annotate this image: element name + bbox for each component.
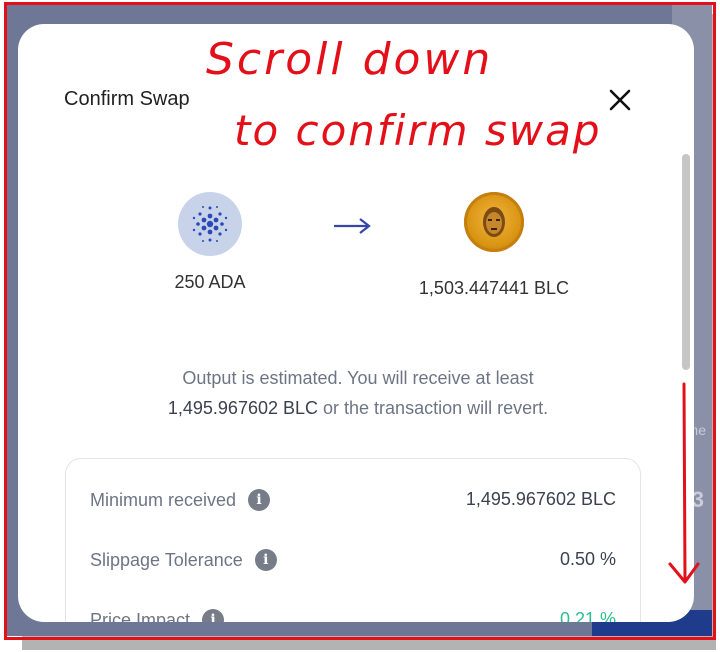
estimate-text-line2: 1,495.967602 BLC or the transaction will… [78,398,638,419]
detail-label-container: Price Impact i [90,609,225,623]
detail-row-minimum-received: Minimum received i 1,495.967602 BLC [90,489,616,519]
detail-label: Slippage Tolerance [90,549,243,570]
from-amount: 250 ADA [174,272,246,292]
blc-token-icon [464,192,524,252]
detail-row-slippage-tolerance: Slippage Tolerance i 0.50 % [90,549,616,579]
modal-title: Confirm Swap [64,88,190,110]
right-arrow-icon [334,218,371,234]
swap-details-card: Minimum received i 1,495.967602 BLC Slip… [65,458,641,622]
detail-label: Price Impact [90,609,191,623]
cardano-token-icon [178,192,242,256]
scrollbar-thumb[interactable] [682,154,690,370]
detail-label: Minimum received [90,489,237,510]
detail-value: 0.50 % [559,549,616,569]
info-icon[interactable]: i [254,549,277,571]
app-screen: ne 3 Confirm Swap 250 ADA 1,503.447441 B… [6,2,712,636]
info-icon[interactable]: i [202,609,225,622]
detail-row-price-impact: Price Impact i 0.21 % [90,609,616,622]
info-icon[interactable]: i [248,489,271,511]
estimate-text-line1: Output is estimated. You will receive at… [182,368,534,388]
detail-label-container: Slippage Tolerance i [90,549,277,571]
detail-value: 0.21 % [559,609,616,622]
close-icon[interactable] [606,86,634,114]
detail-label-container: Minimum received i [90,489,271,511]
detail-value: 1,495.967602 BLC [465,489,616,509]
confirm-swap-modal: Confirm Swap 250 ADA 1,503.447441 BLC Ou… [18,24,694,622]
to-amount: 1,503.447441 BLC [418,278,570,298]
estimate-revert-text: or the transaction will revert. [318,398,549,418]
min-output-amount: 1,495.967602 BLC [167,398,319,418]
annotation-down-arrow-icon [668,382,700,584]
